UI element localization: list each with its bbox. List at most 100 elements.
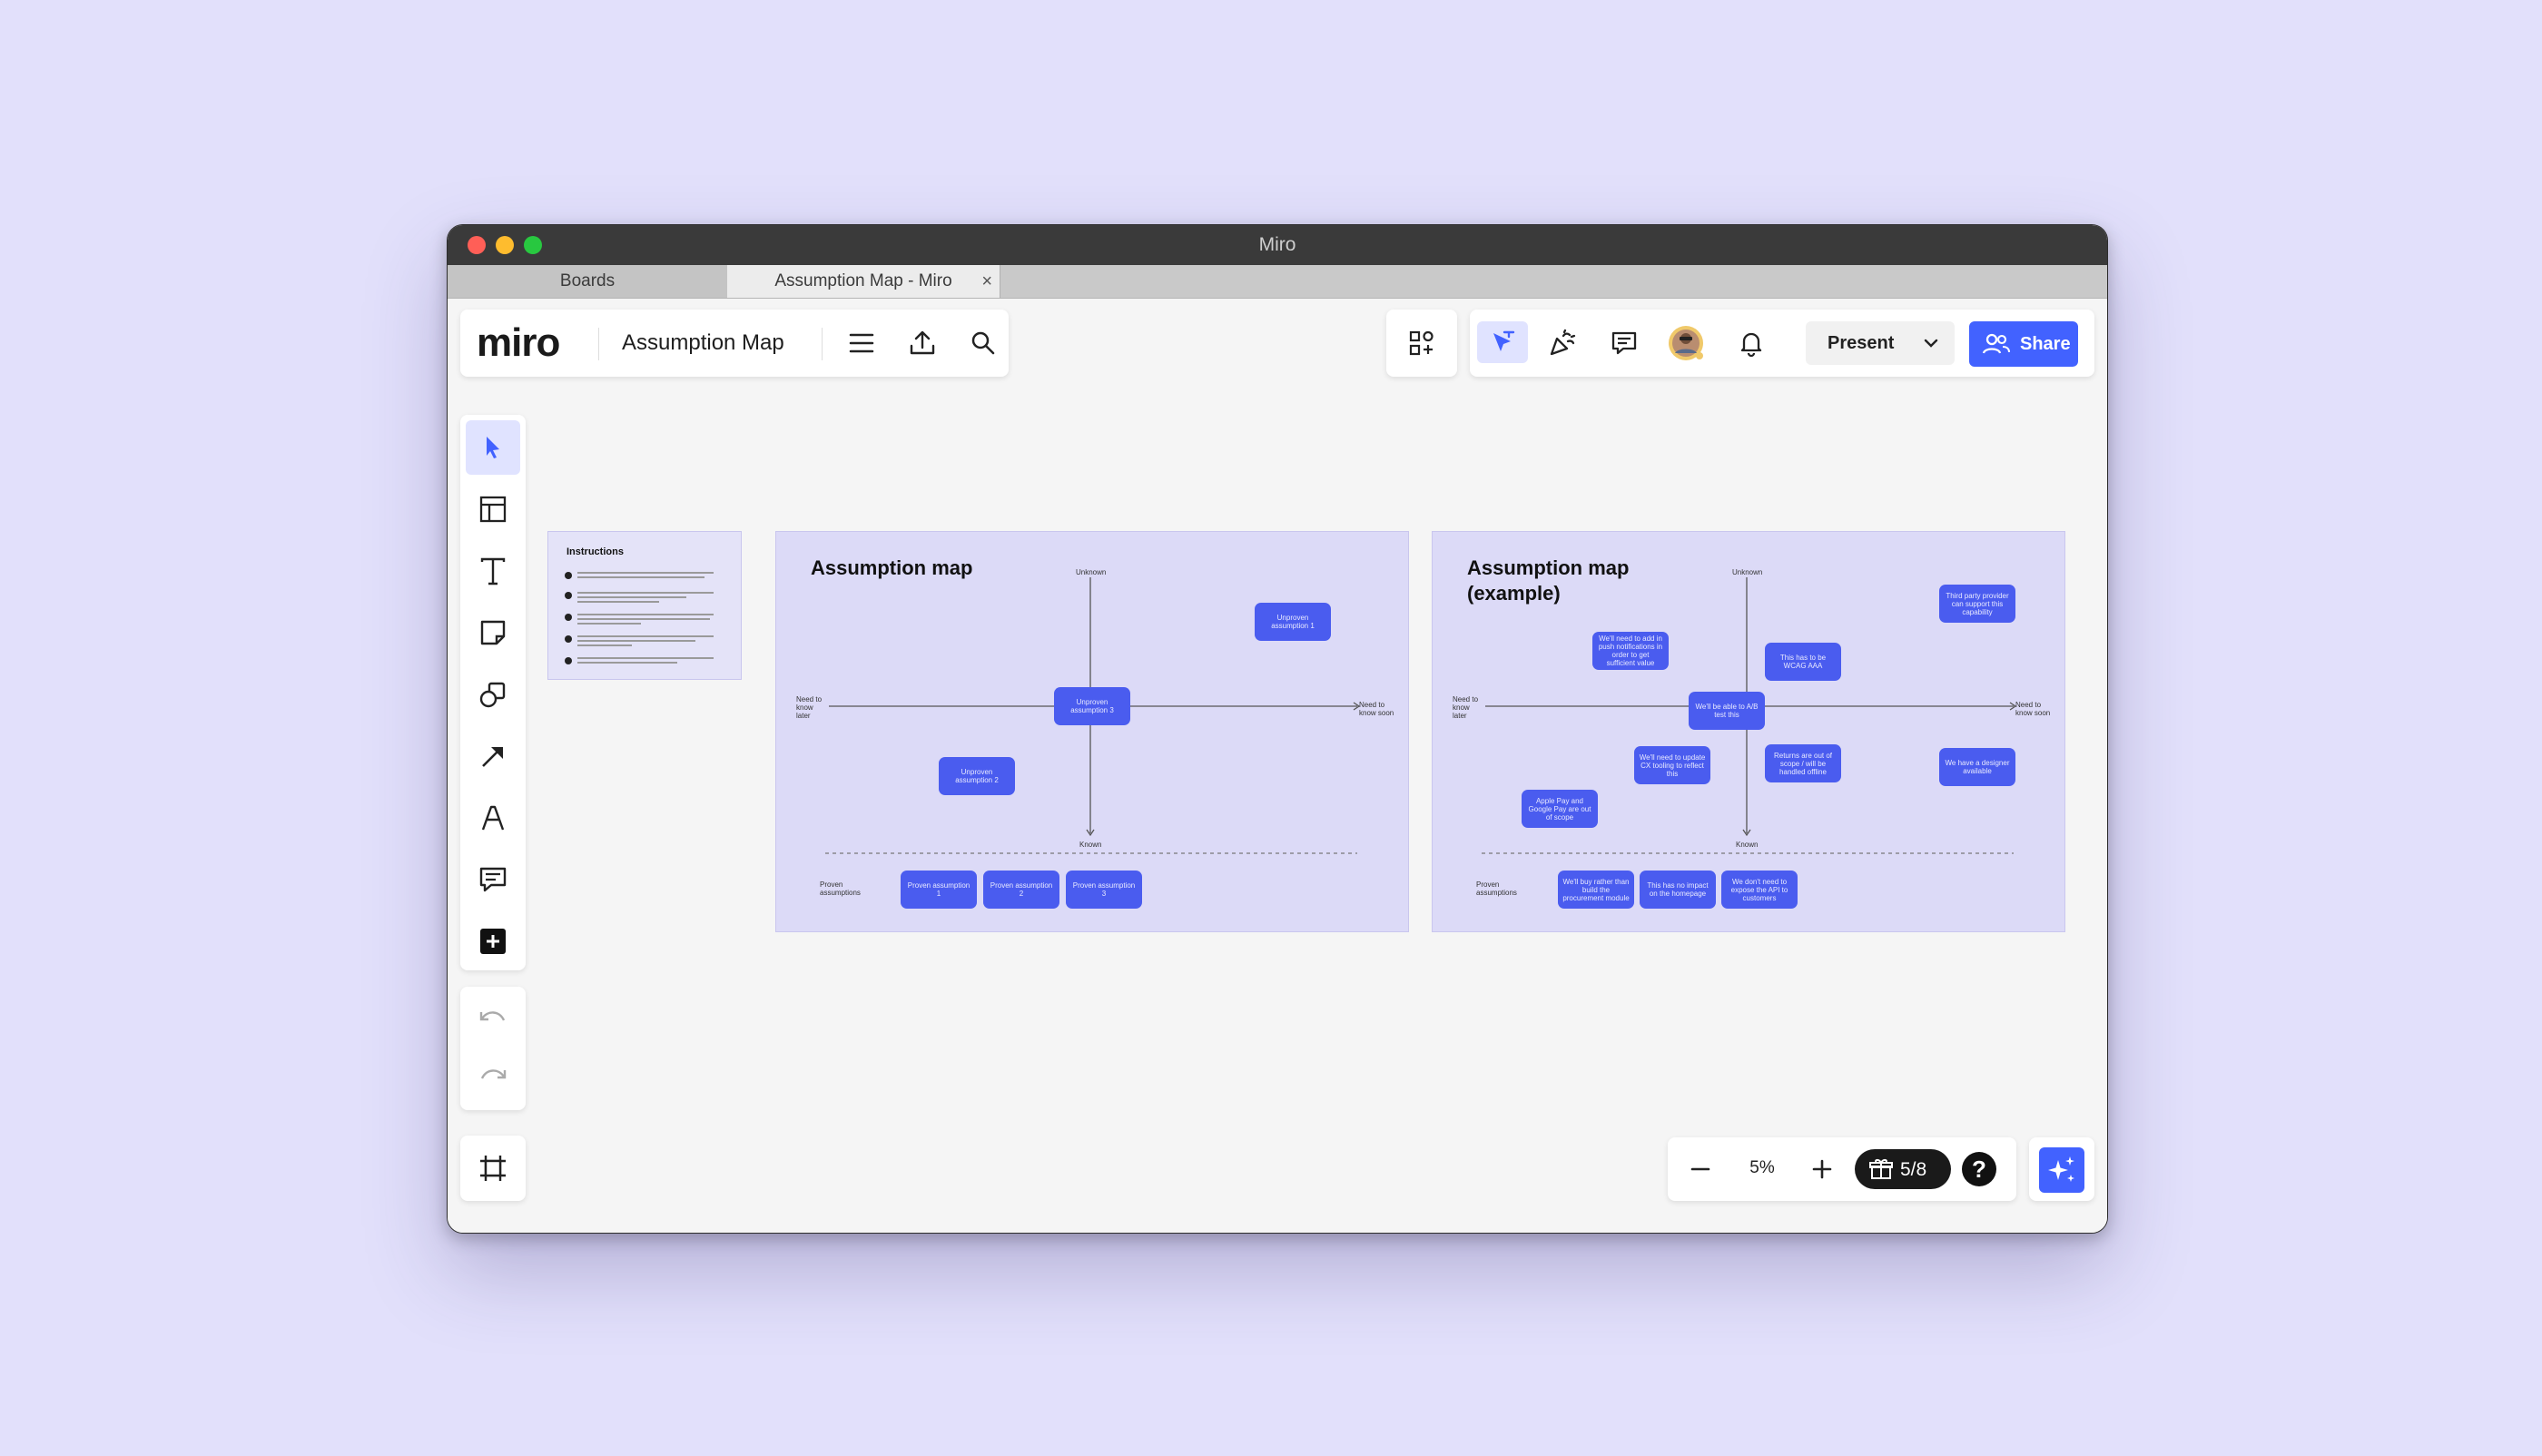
gift-icon <box>1869 1159 1893 1179</box>
board-name[interactable]: Assumption Map <box>622 330 784 356</box>
close-tab-icon[interactable]: × <box>981 265 992 298</box>
frame-icon <box>480 1156 506 1181</box>
reactions-button[interactable] <box>1542 323 1582 363</box>
sticky-note[interactable]: We'll buy rather than build the procurem… <box>1558 871 1634 909</box>
assumption-map-example-frame[interactable]: Assumption map (example) Unknown Known N… <box>1432 531 2065 932</box>
history-toolbar <box>460 987 526 1110</box>
sticky-note[interactable]: Unproven assumption 3 <box>1054 687 1130 725</box>
bell-icon <box>1740 332 1762 357</box>
sticky-note[interactable]: This has to be WCAG AAA <box>1765 643 1841 681</box>
divider <box>598 328 599 360</box>
unknown-label: Unknown <box>1732 568 1763 576</box>
need-to-know-later-label: Need to know later <box>796 695 823 720</box>
select-tool[interactable] <box>466 420 520 475</box>
sticky-note[interactable]: We'll need to add in push notifications … <box>1592 632 1669 670</box>
help-button[interactable]: ? <box>1962 1152 1996 1186</box>
zoom-in-button[interactable] <box>1802 1149 1842 1189</box>
hamburger-icon <box>849 333 874 353</box>
sticky-note[interactable]: We'll be able to A/B test this <box>1689 692 1765 730</box>
shapes-tool[interactable] <box>466 667 520 722</box>
text-icon <box>480 557 506 585</box>
miro-logo[interactable]: miro <box>477 320 560 366</box>
share-button[interactable]: Share <box>1969 321 2078 367</box>
cursor-tracking-icon <box>1493 330 1515 351</box>
sticky-note[interactable]: Third party provider can support this ca… <box>1939 585 2015 623</box>
tab-boards[interactable]: Boards <box>448 265 728 298</box>
instruction-item <box>565 612 719 626</box>
known-label: Known <box>1736 841 1759 849</box>
undo-icon <box>479 1011 506 1021</box>
need-to-know-soon-label: Need to know soon <box>2015 701 2051 717</box>
sparkles-icon <box>2048 1156 2074 1182</box>
collaboration-panel: Present Share <box>1470 310 2094 377</box>
app-window: Miro Boards Assumption Map - Miro × miro… <box>447 224 2108 1234</box>
title-bar: Miro <box>448 225 2107 265</box>
window-title: Miro <box>1258 234 1296 255</box>
need-to-know-soon-label: Need to know soon <box>1359 701 1394 717</box>
apps-button[interactable] <box>1402 323 1442 363</box>
chevron-down-icon[interactable] <box>1924 338 1938 349</box>
tab-assumption-map[interactable]: Assumption Map - Miro × <box>727 265 1000 298</box>
notifications-button[interactable] <box>1731 323 1771 363</box>
redo-button[interactable] <box>466 1050 520 1105</box>
sticky-note[interactable]: Proven assumption 1 <box>901 871 977 909</box>
connection-line-tool[interactable] <box>466 729 520 783</box>
sticky-note[interactable]: Unproven assumption 1 <box>1255 603 1331 641</box>
plus-icon <box>1812 1159 1832 1179</box>
sticky-note-icon <box>480 620 506 645</box>
pen-icon <box>481 805 505 831</box>
party-popper-icon <box>1550 329 1576 356</box>
search-button[interactable] <box>963 323 1003 363</box>
comment-icon <box>1611 331 1637 355</box>
sticky-note-tool[interactable] <box>466 605 520 660</box>
menu-button[interactable] <box>842 323 882 363</box>
comment-icon <box>479 867 507 892</box>
proven-assumptions-label: Proven assumptions <box>820 880 861 897</box>
zoom-level[interactable]: 5% <box>1749 1158 1776 1178</box>
cursor-tracking-button[interactable] <box>1477 321 1528 363</box>
frames-navigation-button[interactable]: 5/8 <box>1855 1149 1951 1189</box>
arrow-icon <box>482 747 503 767</box>
share-label: Share <box>2020 334 2071 354</box>
known-label: Known <box>1079 841 1102 849</box>
minus-icon <box>1690 1167 1710 1171</box>
sticky-note[interactable]: Unproven assumption 2 <box>939 757 1015 795</box>
frames-counter: 5/8 <box>1900 1159 1927 1180</box>
creation-toolbar <box>460 415 526 970</box>
sticky-note[interactable]: This has no impact on the homepage <box>1640 871 1716 909</box>
user-avatar-button[interactable] <box>1666 323 1706 363</box>
apps-icon <box>1409 330 1434 356</box>
templates-tool[interactable] <box>466 482 520 536</box>
frames-panel-button[interactable] <box>460 1136 526 1201</box>
text-tool[interactable] <box>466 544 520 598</box>
sticky-note[interactable]: Proven assumption 3 <box>1066 871 1142 909</box>
sticky-note[interactable]: Apple Pay and Google Pay are out of scop… <box>1522 790 1598 828</box>
comment-tool[interactable] <box>466 852 520 907</box>
ai-assistant-button[interactable] <box>2039 1147 2084 1193</box>
proven-assumptions-label: Proven assumptions <box>1476 880 1517 897</box>
sticky-note[interactable]: We don't need to expose the API to custo… <box>1721 871 1798 909</box>
unknown-label: Unknown <box>1076 568 1107 576</box>
board-header-panel: miro Assumption Map <box>460 310 1009 377</box>
instruction-item <box>565 655 719 670</box>
sticky-note[interactable]: Returns are out of scope / will be handl… <box>1765 744 1841 782</box>
tab-bar: Boards Assumption Map - Miro × <box>448 265 2107 299</box>
pen-tool[interactable] <box>466 791 520 845</box>
more-apps-tool[interactable] <box>466 914 520 969</box>
frames-button[interactable] <box>466 1141 520 1195</box>
plus-square-icon <box>480 929 506 954</box>
cursor-icon <box>487 437 499 458</box>
instructions-frame[interactable]: Instructions <box>547 531 742 680</box>
sticky-note[interactable]: We have a designer available <box>1939 748 2015 786</box>
present-button[interactable]: Present <box>1806 321 1955 365</box>
zoom-out-button[interactable] <box>1680 1149 1720 1189</box>
undo-button[interactable] <box>466 992 520 1047</box>
comments-button[interactable] <box>1604 323 1644 363</box>
sticky-note[interactable]: Proven assumption 2 <box>983 871 1059 909</box>
instructions-title: Instructions <box>567 546 624 557</box>
sticky-note[interactable]: We'll need to update CX tooling to refle… <box>1634 746 1710 784</box>
apps-panel <box>1386 310 1457 377</box>
assumption-map-frame[interactable]: Assumption map Unknown Known Need to kno… <box>775 531 1409 932</box>
board-canvas[interactable]: miro Assumption Map Present Share Instru… <box>448 299 2107 1233</box>
export-button[interactable] <box>902 323 942 363</box>
